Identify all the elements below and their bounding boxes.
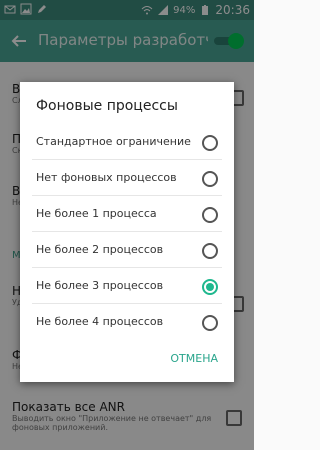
radio-button-selected[interactable] [202,279,218,295]
option-label: Не более 4 процессов [36,315,164,328]
option-at-most-4[interactable]: Не более 4 процессов [20,304,234,340]
option-label: Не более 2 процессов [36,243,164,256]
radio-button[interactable] [202,315,218,331]
radio-button[interactable] [202,243,218,259]
option-label: Не более 3 процессов [36,279,164,292]
cancel-button[interactable]: ОТМЕНА [170,352,218,365]
background-processes-dialog: Фоновые процессы Стандартное ограничение… [20,82,234,382]
option-standard-limit[interactable]: Стандартное ограничение [20,124,234,160]
option-label: Нет фоновых процессов [36,171,177,184]
option-no-background[interactable]: Нет фоновых процессов [20,160,234,196]
radio-button[interactable] [202,135,218,151]
radio-button[interactable] [202,207,218,223]
option-at-most-3[interactable]: Не более 3 процессов [20,268,234,304]
option-at-most-1[interactable]: Не более 1 процесса [20,196,234,232]
option-label: Стандартное ограничение [36,135,191,148]
option-label: Не более 1 процесса [36,207,157,220]
option-at-most-2[interactable]: Не более 2 процессов [20,232,234,268]
dialog-title: Фоновые процессы [36,98,178,114]
radio-button[interactable] [202,171,218,187]
